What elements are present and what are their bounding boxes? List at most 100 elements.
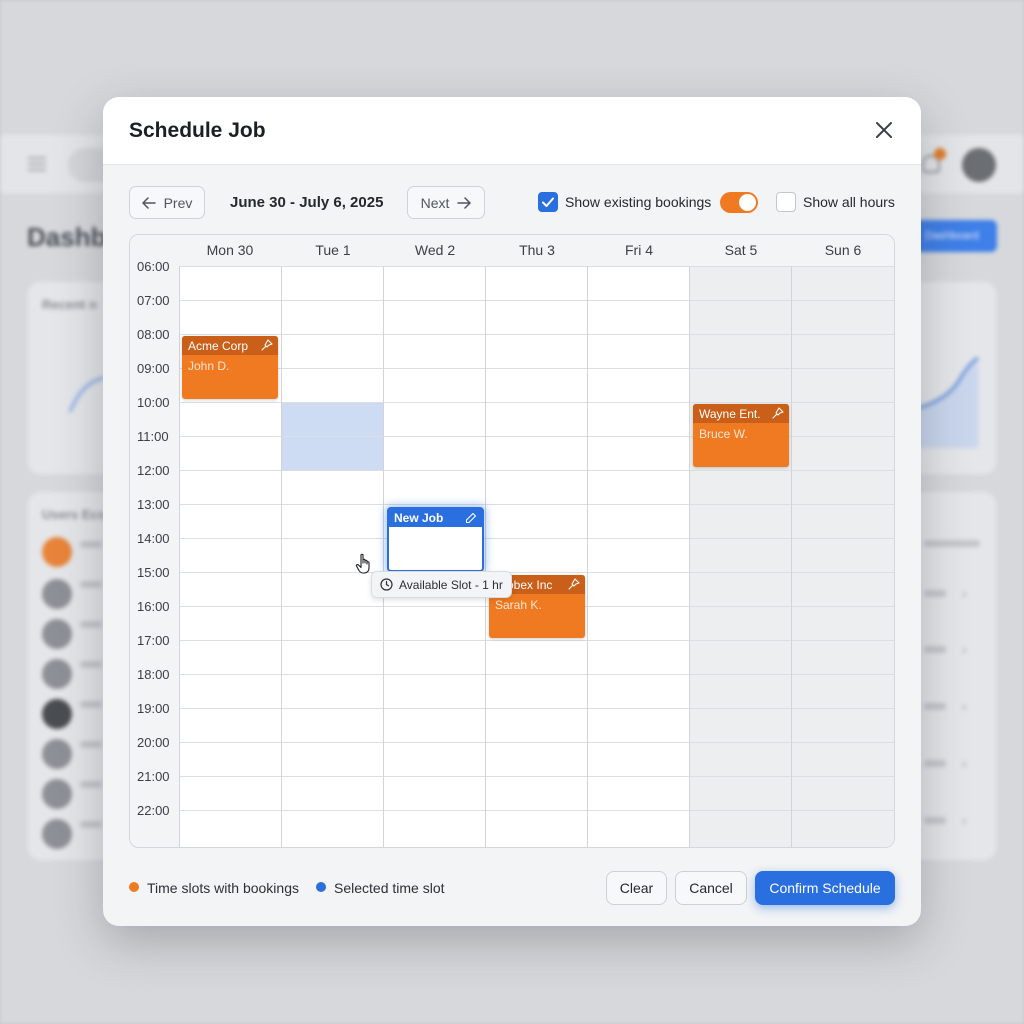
time-label: 16:00 bbox=[137, 599, 170, 614]
avatar bbox=[42, 659, 72, 689]
booking-person: John D. bbox=[188, 359, 230, 373]
hour-line bbox=[179, 708, 894, 709]
show-existing-bookings-label: Show existing bookings bbox=[565, 194, 712, 210]
hour-line bbox=[179, 674, 894, 675]
placeholder-line bbox=[80, 581, 102, 588]
booking-header: Acme Corp bbox=[182, 336, 278, 355]
placeholder-line bbox=[924, 540, 980, 547]
day-header-mon: Mon 30 bbox=[206, 242, 254, 258]
placeholder-line bbox=[80, 661, 102, 668]
booking-company: Wayne Ent. bbox=[699, 407, 761, 421]
hour-line bbox=[179, 776, 894, 777]
placeholder-line bbox=[924, 590, 946, 597]
new-job-label: New Job bbox=[394, 511, 444, 525]
time-label: 19:00 bbox=[137, 701, 170, 716]
hour-line bbox=[179, 572, 894, 573]
next-week-button[interactable]: Next bbox=[407, 186, 485, 219]
placeholder-line bbox=[924, 760, 946, 767]
avatar bbox=[42, 739, 72, 769]
hour-line bbox=[179, 334, 894, 335]
time-label: 20:00 bbox=[137, 735, 170, 750]
week-calendar: Mon 30 Tue 1 Wed 2 Thu 3 Fri 4 Sat 5 Sun… bbox=[129, 234, 895, 848]
time-label: 21:00 bbox=[137, 769, 170, 784]
placeholder-line bbox=[80, 541, 102, 548]
hour-line bbox=[179, 810, 894, 811]
available-time-slot[interactable] bbox=[282, 403, 384, 471]
placeholder-line bbox=[924, 703, 946, 710]
background-chart-line bbox=[68, 376, 105, 413]
pin-icon bbox=[568, 578, 580, 590]
background-chart-area bbox=[917, 356, 979, 448]
placeholder-line bbox=[80, 621, 102, 628]
placeholder-line bbox=[924, 817, 946, 824]
weekend-shading bbox=[690, 266, 894, 847]
time-label: 10:00 bbox=[137, 395, 170, 410]
notification-badge bbox=[934, 148, 946, 160]
day-header-tue: Tue 1 bbox=[315, 242, 351, 258]
day-header-sun: Sun 6 bbox=[824, 242, 862, 258]
pin-icon bbox=[772, 407, 784, 419]
new-job-block[interactable]: New Job bbox=[387, 507, 484, 572]
tooltip-text: Available Slot - 1 hr bbox=[399, 577, 503, 592]
time-label: 07:00 bbox=[137, 293, 170, 308]
cancel-button[interactable]: Cancel bbox=[675, 871, 747, 905]
booking-company: Acme Corp bbox=[188, 339, 249, 353]
avatar bbox=[42, 779, 72, 809]
hour-line bbox=[179, 470, 894, 471]
booking-wayne-ent[interactable]: Wayne Ent. Bruce W. bbox=[693, 404, 789, 467]
show-all-hours-checkbox[interactable] bbox=[776, 192, 796, 212]
time-label: 18:00 bbox=[137, 667, 170, 682]
background-card-label: Users Eco bbox=[42, 507, 106, 522]
time-label: 09:00 bbox=[137, 361, 170, 376]
prev-week-button[interactable]: Prev bbox=[129, 186, 205, 219]
show-existing-bookings-toggle[interactable] bbox=[720, 192, 758, 213]
show-existing-bookings-checkbox[interactable] bbox=[538, 192, 558, 212]
booking-person: Bruce W. bbox=[699, 427, 748, 441]
day-divider bbox=[791, 266, 792, 847]
hour-line bbox=[179, 538, 894, 539]
arrow-right-icon bbox=[457, 196, 472, 209]
legend-selected-dot bbox=[316, 882, 326, 892]
show-all-hours-label: Show all hours bbox=[803, 194, 895, 210]
modal-header: Schedule Job bbox=[103, 97, 921, 165]
day-divider bbox=[587, 266, 588, 847]
close-icon[interactable] bbox=[871, 117, 897, 143]
hour-line bbox=[179, 300, 894, 301]
chevron-right-icon: › bbox=[962, 698, 967, 714]
chevron-right-icon: › bbox=[962, 755, 967, 771]
pin-icon bbox=[261, 339, 273, 351]
clear-button[interactable]: Clear bbox=[606, 871, 667, 905]
clock-icon bbox=[380, 578, 393, 591]
hour-line bbox=[179, 266, 894, 267]
booking-acme-corp[interactable]: Acme Corp John D. bbox=[182, 336, 278, 399]
confirm-schedule-button[interactable]: Confirm Schedule bbox=[755, 871, 895, 905]
time-label: 13:00 bbox=[137, 497, 170, 512]
time-label: 11:00 bbox=[137, 429, 169, 444]
time-label: 17:00 bbox=[137, 633, 170, 648]
new-job-header: New Job bbox=[389, 509, 482, 527]
chevron-right-icon: › bbox=[962, 641, 967, 657]
time-label: 08:00 bbox=[137, 327, 170, 342]
checkmark-icon bbox=[542, 197, 554, 207]
time-label: 14:00 bbox=[137, 531, 170, 546]
placeholder-line bbox=[80, 741, 102, 748]
hour-line bbox=[179, 504, 894, 505]
calendar-day-header: Mon 30 Tue 1 Wed 2 Thu 3 Fri 4 Sat 5 Sun… bbox=[130, 235, 894, 266]
day-divider bbox=[179, 266, 180, 847]
day-header-wed: Wed 2 bbox=[414, 242, 456, 258]
hour-line bbox=[179, 640, 894, 641]
placeholder-line bbox=[80, 701, 102, 708]
placeholder-line bbox=[80, 781, 102, 788]
avatar bbox=[42, 819, 72, 849]
avatar bbox=[42, 537, 72, 567]
avatar bbox=[42, 619, 72, 649]
hour-line bbox=[179, 402, 894, 403]
avatar bbox=[962, 148, 996, 182]
placeholder-line bbox=[924, 646, 946, 653]
background-card-label: Recent n bbox=[42, 297, 97, 312]
prev-label: Prev bbox=[163, 194, 193, 211]
time-label: 12:00 bbox=[137, 463, 170, 478]
avatar bbox=[42, 699, 72, 729]
time-column: 06:00 07:00 08:00 09:00 10:00 11:00 12:0… bbox=[130, 259, 179, 847]
date-range: June 30 - July 6, 2025 bbox=[230, 194, 384, 211]
